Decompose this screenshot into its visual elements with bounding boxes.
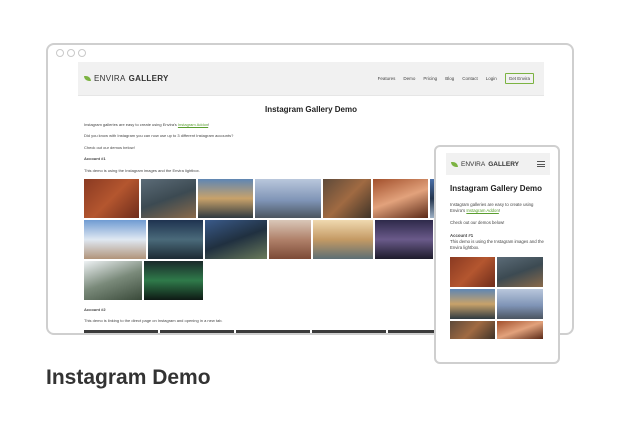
gallery-image[interactable] [141,178,196,218]
gallery-image[interactable] [313,219,373,259]
instagram-addon-link[interactable]: Instagram Addon [178,122,208,127]
mobile-page-title: Instagram Gallery Demo [450,184,543,193]
gallery-image[interactable] [198,178,253,218]
close-dot-icon[interactable] [56,49,64,57]
gallery-image[interactable] [160,329,234,333]
gallery-image[interactable] [148,219,203,259]
mobile-content: Instagram Gallery Demo Instagram galleri… [450,181,548,340]
minimize-dot-icon[interactable] [67,49,75,57]
mobile-envira-logo[interactable]: ENVIRA GALLERY [451,161,519,168]
gallery-image[interactable] [269,219,311,259]
nav-features[interactable]: Features [378,76,396,81]
main-nav: Features Demo Pricing Blog Contact Login… [378,73,534,84]
gallery-image[interactable] [497,257,543,288]
gallery-image[interactable] [375,219,433,259]
gallery-image[interactable] [450,321,495,340]
hamburger-menu-icon[interactable] [537,161,545,167]
mobile-preview: ENVIRA GALLERY Instagram Gallery Demo Ins… [434,145,560,364]
page-title: Instagram Gallery Demo [264,105,358,114]
mobile-logo-bold: GALLERY [488,160,520,168]
gallery-image[interactable] [84,219,146,259]
gallery-image[interactable] [312,329,386,333]
mobile-account1-text: This demo is using the Instagram images … [450,238,544,251]
mobile-gallery-grid [450,257,548,340]
get-envira-button[interactable]: Get Envira [504,73,534,84]
mobile-intro-text: Instagram galleries are easy to create u… [450,202,548,214]
page-caption: Instagram Demo [46,366,211,389]
mobile-header: ENVIRA GALLERY [446,153,550,175]
accounts-text: Did you know with Instagram you can now … [84,133,234,139]
mobile-instagram-addon-link[interactable]: Instagram Addon [466,208,499,213]
nav-pricing[interactable]: Pricing [423,76,437,81]
intro-pre: Instagram galleries are easy to create u… [84,122,178,127]
gallery-image[interactable] [450,257,495,288]
nav-contact[interactable]: Contact [462,76,478,81]
gallery-image[interactable] [373,178,428,218]
logo-prefix: ENVIRA [94,74,126,83]
envira-logo[interactable]: ENVIRA GALLERY [84,74,169,83]
gallery-image[interactable] [497,289,543,320]
logo-bold: GALLERY [128,74,169,83]
intro-post: ! [208,122,210,127]
gallery-image[interactable] [497,321,543,340]
site-header: ENVIRA GALLERY Features Demo Pricing Blog… [78,62,544,96]
gallery-image[interactable] [84,260,142,300]
gallery-image[interactable] [205,219,267,259]
nav-demo[interactable]: Demo [403,76,415,81]
leaf-icon [451,161,458,167]
gallery-image[interactable] [236,329,310,333]
mobile-logo-prefix: ENVIRA [461,160,486,168]
window-controls [56,49,86,59]
gallery-image[interactable] [84,329,158,333]
gallery-image[interactable] [323,178,371,218]
mobile-check-text: Check out our demos below! [450,220,505,226]
gallery-image[interactable] [255,178,321,218]
gallery-image[interactable] [84,178,139,218]
maximize-dot-icon[interactable] [78,49,86,57]
nav-blog[interactable]: Blog [445,76,454,81]
leaf-icon [84,76,91,81]
mobile-intro-post: ! [498,208,501,214]
nav-login[interactable]: Login [486,76,497,81]
gallery-image[interactable] [450,289,495,320]
gallery-image[interactable] [144,260,203,300]
intro-text: Instagram galleries are easy to create u… [84,122,538,127]
